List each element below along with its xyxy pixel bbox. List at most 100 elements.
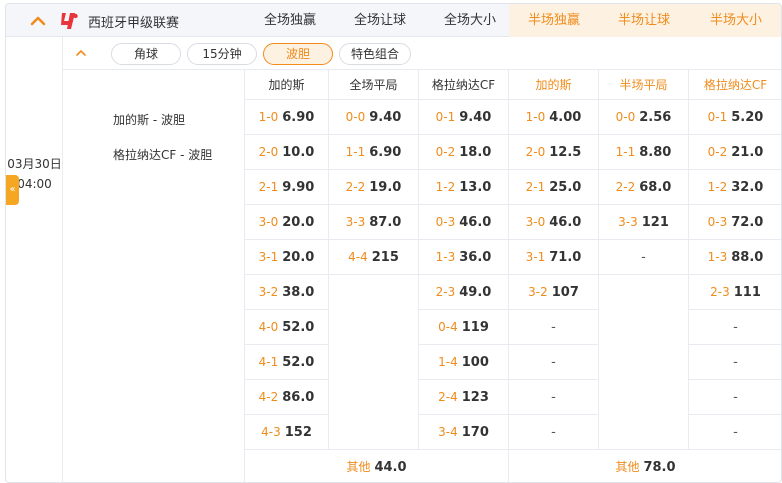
filter-15min[interactable]: 15分钟 [187,43,257,65]
odds-cell[interactable]: 3-2 107 [509,275,599,310]
odds-cell[interactable]: 4-4 215 [329,240,419,275]
league-header: 西班牙甲级联赛 全场独赢 全场让球 全场大小 半场独赢 半场让球 半场大小 [6,4,781,37]
odds-cell[interactable]: 1-0 6.90 [245,100,329,135]
odds-cell[interactable]: 0-2 18.0 [419,135,509,170]
odds-value: 119 [461,320,489,335]
odds-cell[interactable]: 3-0 20.0 [245,205,329,240]
score-label: 1-3 [435,250,456,264]
odds-cell[interactable]: 1-1 6.90 [329,135,419,170]
odds-cell[interactable]: 2-3 49.0 [419,275,509,310]
odds-value: 9.40 [369,110,402,125]
score-label: 2-4 [438,390,458,404]
odds-cell[interactable]: 0-2 21.0 [689,135,781,170]
odds-cell[interactable]: 3-3 87.0 [329,205,419,240]
tab-full-total[interactable]: 全场大小 [425,4,515,37]
odds-cell[interactable]: 1-4 100 [419,345,509,380]
tab-full-handicap[interactable]: 全场让球 [335,4,425,37]
odds-cell[interactable]: 1-2 13.0 [419,170,509,205]
other-label: 其他 [346,460,371,474]
odds-value: - [551,425,556,440]
odds-cell[interactable]: 3-1 71.0 [509,240,599,275]
score-label: 3-2 [528,285,548,299]
odds-cell[interactable]: 2-0 12.5 [509,135,599,170]
odds-cell[interactable]: 2-2 68.0 [599,170,689,205]
odds-cell: - [689,380,781,415]
tab-full-moneyline[interactable]: 全场独赢 [245,4,335,37]
odds-cell[interactable]: 3-3 121 [599,205,689,240]
odds-cell[interactable]: 1-0 4.00 [509,100,599,135]
other-odds: 44.0 [374,460,407,475]
odds-value: 5.20 [731,110,764,125]
odds-value: 13.0 [459,180,492,195]
odds-cell[interactable]: 2-1 25.0 [509,170,599,205]
score-label: 3-2 [258,285,279,299]
odds-cell[interactable]: 0-3 72.0 [689,205,781,240]
collapse-filter-chevron-icon[interactable] [74,46,88,60]
odds-cell[interactable]: 0-3 46.0 [419,205,509,240]
odds-value: 46.0 [549,215,582,230]
odds-cell[interactable]: 3-1 20.0 [245,240,329,275]
odds-value: 123 [461,390,489,405]
odds-value: 38.0 [282,285,315,300]
odds-cell[interactable]: 4-1 52.0 [245,345,329,380]
score-label: 2-3 [435,285,456,299]
column-header-away-half: 格拉纳达CF [689,70,781,100]
odds-value: 10.0 [282,145,315,160]
tab-half-total[interactable]: 半场大小 [689,4,781,37]
empty-cell [599,310,689,345]
odds-cell[interactable]: 4-2 86.0 [245,380,329,415]
odds-cell[interactable]: 2-4 123 [419,380,509,415]
expand-handle-icon[interactable]: « [6,175,19,205]
filter-specials[interactable]: 特色组合 [339,43,411,65]
score-label: 2-1 [525,180,546,194]
odds-value: 107 [551,285,579,300]
odds-cell[interactable]: 4-3 152 [245,415,329,450]
odds-cell[interactable]: 4-0 52.0 [245,310,329,345]
score-label: 0-2 [435,145,456,159]
odds-cell[interactable]: 2-3 111 [689,275,781,310]
tab-half-handicap[interactable]: 半场让球 [599,4,689,37]
odds-value: - [733,390,738,405]
score-label: 3-3 [618,215,638,229]
score-label: 0-1 [707,110,728,124]
odds-cell[interactable]: 0-4 119 [419,310,509,345]
odds-cell[interactable]: 2-0 10.0 [245,135,329,170]
odds-cell[interactable]: 3-2 38.0 [245,275,329,310]
odds-cell[interactable]: 1-3 36.0 [419,240,509,275]
odds-value: 20.0 [282,215,315,230]
other-full-cell[interactable]: 其他 44.0 [245,450,509,482]
odds-cell[interactable]: 3-4 170 [419,415,509,450]
odds-cell[interactable]: 1-2 32.0 [689,170,781,205]
odds-cell[interactable]: 0-0 2.56 [599,100,689,135]
odds-value: 2.56 [639,110,672,125]
score-label: 0-0 [345,110,366,124]
odds-cell[interactable]: 1-3 88.0 [689,240,781,275]
empty-cell [329,380,419,415]
odds-cell[interactable]: 2-2 19.0 [329,170,419,205]
odds-cell[interactable]: 2-1 9.90 [245,170,329,205]
odds-cell[interactable]: 0-1 9.40 [419,100,509,135]
other-label: 其他 [615,460,640,474]
other-half-cell[interactable]: 其他 78.0 [509,450,781,482]
collapse-chevron-icon[interactable] [28,11,48,31]
odds-value: 18.0 [459,145,492,160]
column-header-draw-full: 全场平局 [329,70,419,100]
score-label: 1-2 [707,180,728,194]
tab-half-moneyline[interactable]: 半场独赢 [509,4,599,37]
filter-correct-score[interactable]: 波胆 [263,43,333,65]
odds-cell[interactable]: 0-0 9.40 [329,100,419,135]
odds-cell[interactable]: 1-1 8.80 [599,135,689,170]
odds-cell[interactable]: 3-0 46.0 [509,205,599,240]
score-label: 2-1 [258,180,279,194]
match-date: 03月30日 [7,157,62,171]
odds-value: 170 [461,425,489,440]
odds-value: - [641,250,646,265]
score-label: 3-0 [258,215,279,229]
filter-corners[interactable]: 角球 [111,43,181,65]
odds-value: 6.90 [369,145,402,160]
odds-cell: - [689,310,781,345]
score-label: 2-3 [710,285,730,299]
score-label: 4-3 [261,425,281,439]
odds-cell[interactable]: 0-1 5.20 [689,100,781,135]
column-header-home-half: 加的斯 [509,70,599,100]
